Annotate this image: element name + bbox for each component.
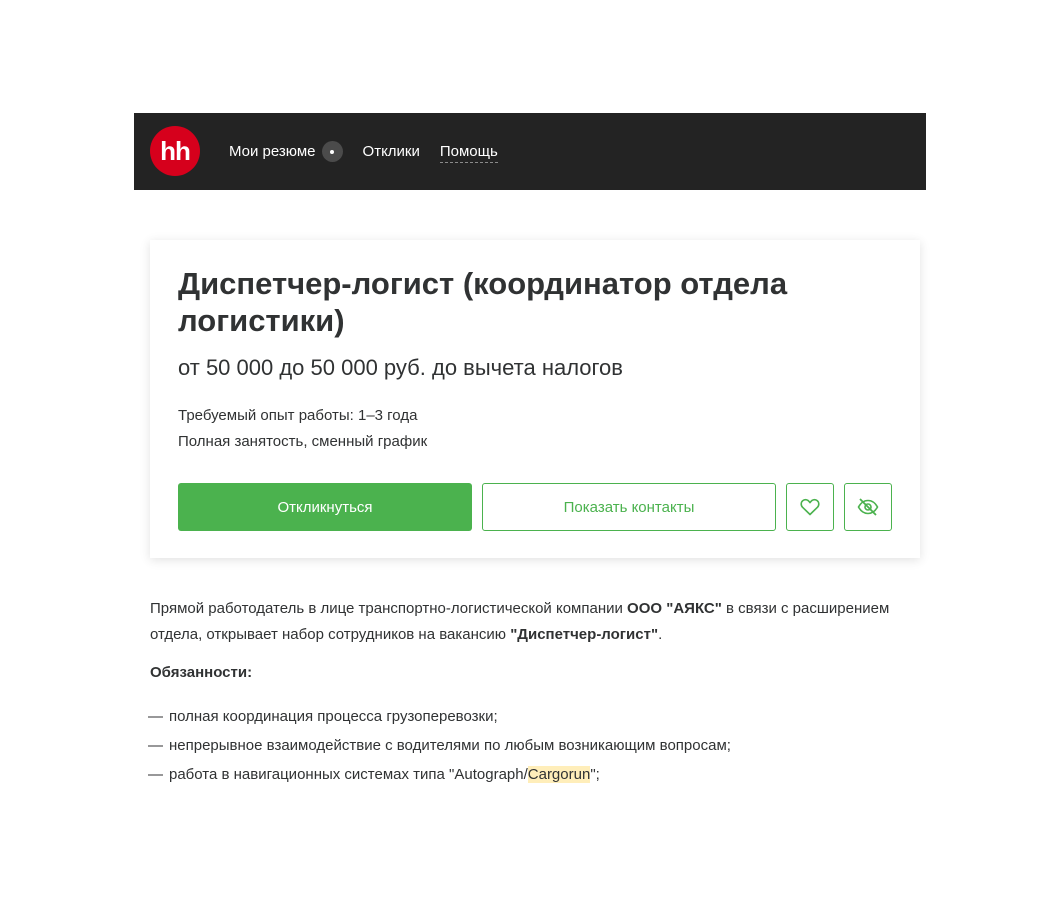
nav-menu: Мои резюме Отклики Помощь (229, 113, 518, 190)
nav-responses[interactable]: Отклики (363, 143, 420, 160)
highlighted-term: Cargorun (527, 766, 591, 783)
nav-help[interactable]: Помощь (439, 143, 498, 163)
list-item: — полная координация процесса грузоперево… (148, 702, 731, 731)
vacancy-experience: Требуемый опыт работы: 1–3 года (178, 407, 418, 424)
dropdown-dot-icon[interactable] (321, 141, 343, 162)
vacancy-employment: Полная занятость, сменный график (178, 433, 428, 450)
hh-logo[interactable]: hh (150, 126, 200, 176)
description-intro: Прямой работодатель в лице транспортно-л… (150, 596, 890, 648)
top-navbar: hh Мои резюме Отклики Помощь (134, 113, 926, 190)
duties-list: — полная координация процесса грузоперево… (148, 702, 731, 789)
duty-text-end: "; (590, 766, 600, 783)
vacancy-description: Прямой работодатель в лице транспортно-л… (150, 596, 890, 648)
duties-heading: Обязанности: (150, 664, 253, 681)
hide-vacancy-button[interactable] (844, 483, 892, 531)
duty-text: работа в навигационных системах типа "Au… (169, 766, 528, 783)
duty-text: полная координация процесса грузоперевоз… (169, 708, 498, 725)
show-contacts-button[interactable]: Показать контакты (482, 483, 776, 531)
favorite-button[interactable] (786, 483, 834, 531)
list-item: — работа в навигационных системах типа "A… (148, 760, 731, 789)
dash: — (148, 708, 163, 725)
nav-my-resumes-label: Мои резюме (229, 143, 316, 160)
heart-icon (800, 498, 820, 516)
company-name: ООО "АЯКС" (627, 600, 722, 617)
vacancy-salary: от 50 000 до 50 000 руб. до вычета налог… (178, 355, 623, 380)
vacancy-title: Диспетчер-логист (координатор отдела лог… (178, 266, 788, 338)
eye-off-icon (857, 498, 879, 516)
position-name: "Диспетчер-логист" (510, 626, 659, 643)
list-item: — непрерывное взаимодействие с водителями… (148, 731, 731, 760)
vacancy-card: Диспетчер-логист (координатор отдела лог… (150, 240, 920, 558)
duty-text: непрерывное взаимодействие с водителями … (169, 737, 731, 754)
dash: — (148, 766, 163, 783)
intro-text-1: Прямой работодатель в лице транспортно-л… (150, 600, 628, 617)
intro-text-3: . (658, 626, 663, 643)
dash: — (148, 737, 163, 754)
respond-button[interactable]: Откликнуться (178, 483, 472, 531)
nav-my-resumes[interactable]: Мои резюме (229, 141, 343, 162)
